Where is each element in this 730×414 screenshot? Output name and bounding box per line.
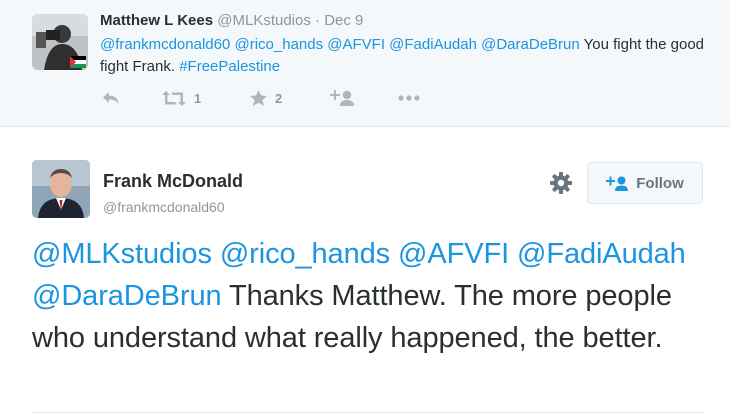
- mention-link[interactable]: @AFVFI: [398, 238, 509, 270]
- reply-icon: [103, 92, 119, 104]
- star-icon: [250, 90, 267, 106]
- mention-link[interactable]: @DaraDeBrun: [481, 36, 580, 53]
- parent-tweet[interactable]: Matthew L Kees @MLKstudios · Dec 9 @fran…: [0, 0, 730, 127]
- separator: ·: [315, 12, 321, 29]
- more-icon: [398, 95, 420, 101]
- timestamp[interactable]: Dec 9: [324, 12, 363, 29]
- tweet-text-fragment: [509, 238, 517, 270]
- settings-button[interactable]: [549, 171, 573, 195]
- mention-link[interactable]: @frankmcdonald60: [100, 36, 230, 53]
- favorite-count: 2: [275, 90, 283, 106]
- gear-icon: [550, 172, 572, 194]
- more-button[interactable]: [398, 86, 420, 110]
- hashtag-link[interactable]: #FreePalestine: [179, 58, 280, 75]
- user-name[interactable]: Matthew L Kees: [100, 12, 213, 29]
- user-handle[interactable]: @MLKstudios: [217, 12, 311, 29]
- follow-button[interactable]: Follow: [587, 162, 703, 204]
- tweet-header: Matthew L Kees @MLKstudios · Dec 9: [100, 12, 363, 29]
- avatar[interactable]: [32, 14, 88, 70]
- mention-link[interactable]: @rico_hands: [220, 238, 390, 270]
- avatar[interactable]: [32, 160, 90, 218]
- retweet-count: 1: [194, 90, 202, 106]
- follow-label: Follow: [636, 174, 684, 192]
- mention-link[interactable]: @rico_hands: [234, 36, 323, 53]
- reply-button[interactable]: [102, 86, 120, 110]
- mention-link[interactable]: @FadiAudah: [389, 36, 477, 53]
- mention-link[interactable]: @DaraDeBrun: [32, 280, 222, 312]
- mention-link[interactable]: @AFVFI: [327, 36, 385, 53]
- user-handle[interactable]: @frankmcdonald60: [103, 199, 225, 215]
- divider: [32, 412, 704, 413]
- tweet-text: @frankmcdonald60 @rico_hands @AFVFI @Fad…: [100, 34, 710, 78]
- tweet-text-fragment: [390, 238, 398, 270]
- tweet-text: @MLKstudios @rico_hands @AFVFI @FadiAuda…: [32, 233, 712, 359]
- user-name[interactable]: Frank McDonald: [103, 171, 243, 192]
- retweet-icon: [162, 90, 186, 106]
- follow-button[interactable]: [330, 86, 354, 110]
- retweet-button[interactable]: 1: [162, 86, 201, 110]
- add-user-icon: [330, 90, 354, 106]
- tweet-text-fragment: [212, 238, 220, 270]
- favorite-button[interactable]: 2: [250, 86, 282, 110]
- add-user-icon: [606, 176, 629, 191]
- mention-link[interactable]: @MLKstudios: [32, 238, 212, 270]
- main-tweet: Frank McDonald @frankmcdonald60 Follow @…: [0, 127, 730, 414]
- mention-link[interactable]: @FadiAudah: [517, 238, 686, 270]
